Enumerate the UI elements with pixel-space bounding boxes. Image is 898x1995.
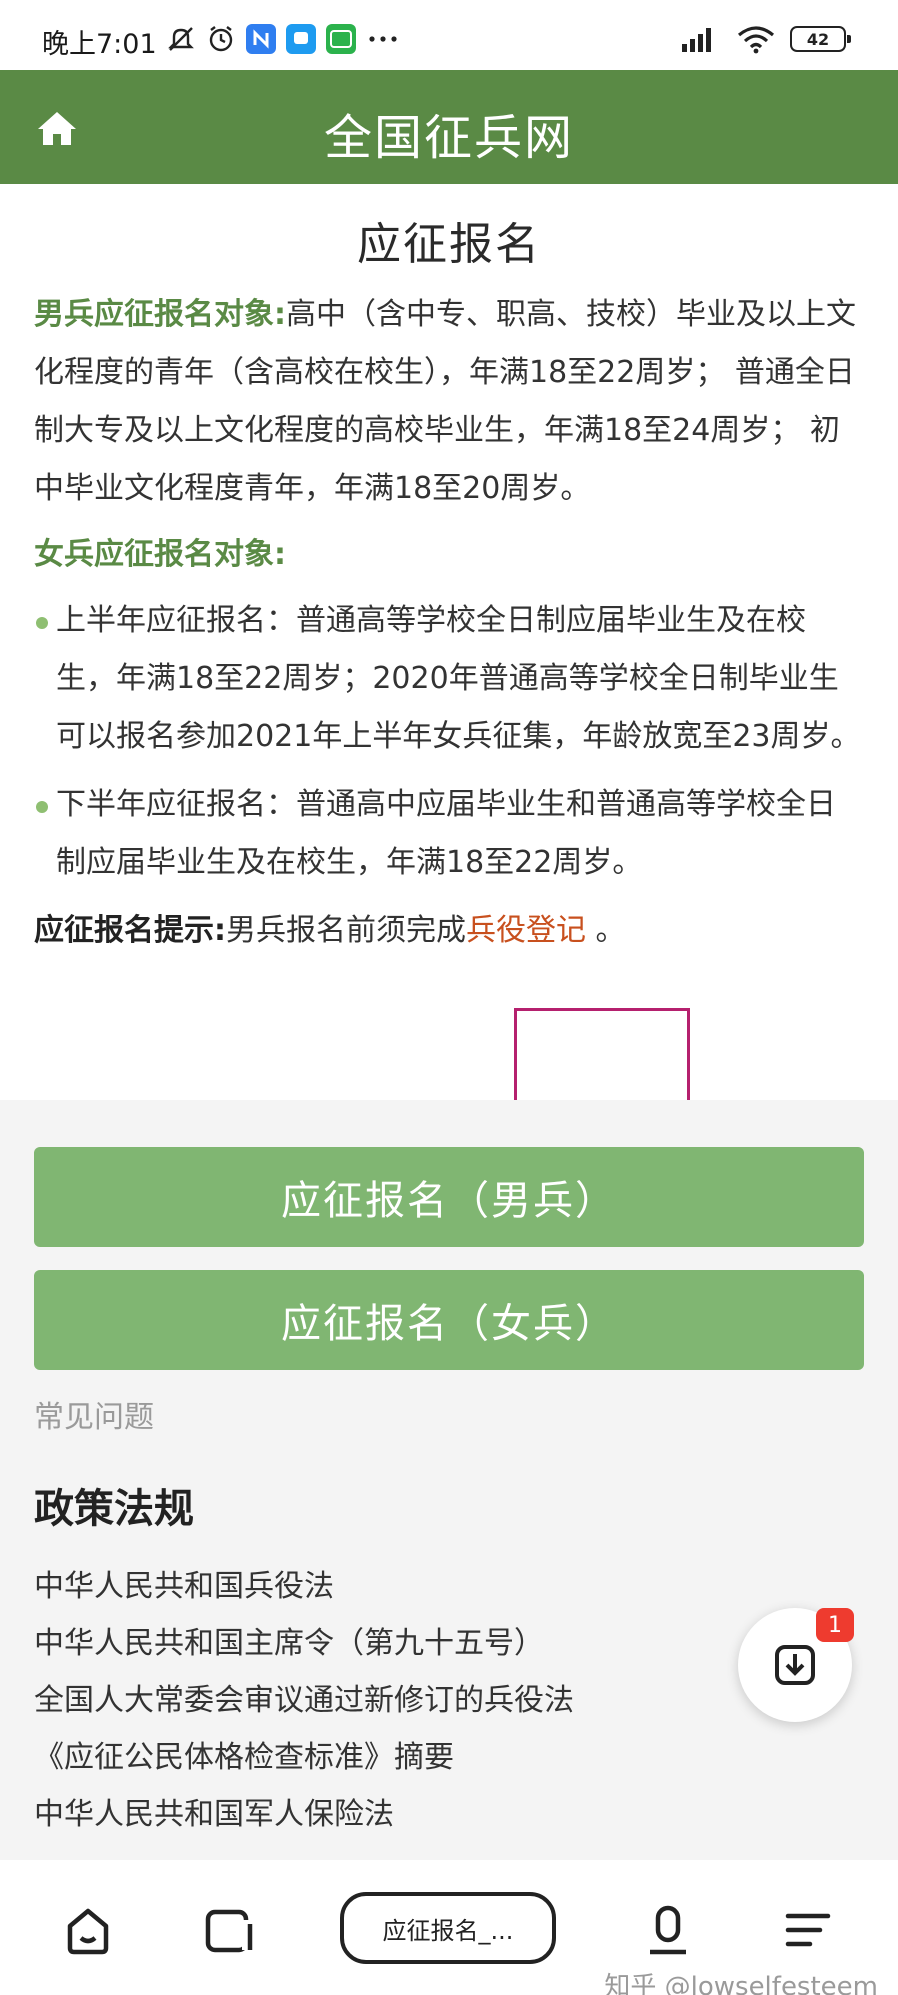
status-bar: 晚上7:01 42 (0, 0, 898, 70)
status-system-icons: 42 (678, 24, 851, 54)
current-tab-label: 应征报名_... (382, 1916, 514, 1945)
female-enlistment-button[interactable]: 应征报名（女兵） (34, 1270, 864, 1370)
bullet-dot-icon (36, 801, 48, 813)
zhihu-watermark: 知乎 @lowselfesteem (604, 1972, 878, 1995)
female-second-half-item: 下半年应征报名：普通高中应届毕业生和普通高等学校全日制应届毕业生及在校生，年满1… (34, 776, 862, 892)
download-icon (775, 1645, 815, 1685)
app-n-icon (246, 24, 276, 54)
policy-heading: 政策法规 (34, 1486, 194, 1532)
wifi-icon (737, 26, 775, 54)
policy-link[interactable]: 中华人民共和国军人保险法 (34, 1786, 574, 1843)
enlistment-info: 男兵应征报名对象:高中（含中专、职高、技校）毕业及以上文化程度的青年（含高校在校… (34, 286, 862, 968)
battery-level: 42 (806, 29, 830, 49)
menu-icon[interactable] (780, 1902, 836, 1958)
registration-tip: 应征报名提示:男兵报名前须完成兵役登记 。 (34, 902, 862, 960)
policy-link[interactable]: 《应征公民体格检查标准》摘要 (34, 1729, 574, 1786)
microphone-icon[interactable] (640, 1902, 696, 1958)
male-eligibility: 男兵应征报名对象:高中（含中专、职高、技校）毕业及以上文化程度的青年（含高校在校… (34, 286, 862, 518)
policy-link[interactable]: 中华人民共和国兵役法 (34, 1558, 574, 1615)
more-notifications-icon (369, 36, 397, 42)
policy-link[interactable]: 中华人民共和国主席令（第九十五号） (34, 1615, 574, 1672)
female-first-half-item: 上半年应征报名：普通高等学校全日制应届毕业生及在校生，年满18至22周岁；202… (34, 592, 862, 766)
app-chat-icon (286, 24, 316, 54)
status-notification-icons (166, 24, 400, 54)
female-first-half-text: 上半年应征报名：普通高等学校全日制应届毕业生及在校生，年满18至22周岁；202… (56, 603, 861, 754)
site-title: 全国征兵网 (323, 110, 574, 166)
policy-list: 中华人民共和国兵役法 中华人民共和国主席令（第九十五号） 全国人大常委会审议通过… (34, 1558, 574, 1843)
home-nav-icon[interactable] (60, 1902, 116, 1958)
signal-icon (682, 28, 711, 52)
battery-indicator: 42 (790, 26, 851, 52)
policy-link[interactable]: 全国人大常委会审议通过新修订的兵役法 (34, 1672, 574, 1729)
female-eligibility-label: 女兵应征报名对象: (34, 537, 286, 572)
registration-tip-text: 男兵报名前须完成 (226, 913, 466, 948)
female-second-half-text: 下半年应征报名：普通高中应届毕业生和普通高等学校全日制应届毕业生及在校生，年满1… (56, 787, 836, 880)
male-enlistment-button[interactable]: 应征报名（男兵） (34, 1147, 864, 1247)
bullet-dot-icon (36, 617, 48, 629)
military-registration-link[interactable]: 兵役登记 (466, 913, 586, 948)
registration-tip-label: 应征报名提示: (34, 913, 226, 948)
status-time: 晚上7:01 (42, 29, 157, 60)
faq-link[interactable]: 常见问题 (34, 1392, 154, 1436)
bell-muted-icon (168, 27, 194, 51)
iqiyi-icon (326, 24, 356, 54)
alarm-icon (209, 26, 233, 52)
male-eligibility-label: 男兵应征报名对象: (34, 297, 286, 332)
annotation-highlight-box (514, 1008, 690, 1104)
download-count-badge: 1 (816, 1608, 854, 1642)
page-title: 应征报名 (357, 219, 541, 270)
current-tab[interactable]: 应征报名_... (340, 1892, 556, 1964)
registration-tip-end: 。 (586, 913, 626, 948)
tabs-icon[interactable] (200, 1902, 256, 1958)
site-header: 全国征兵网 (0, 70, 898, 184)
